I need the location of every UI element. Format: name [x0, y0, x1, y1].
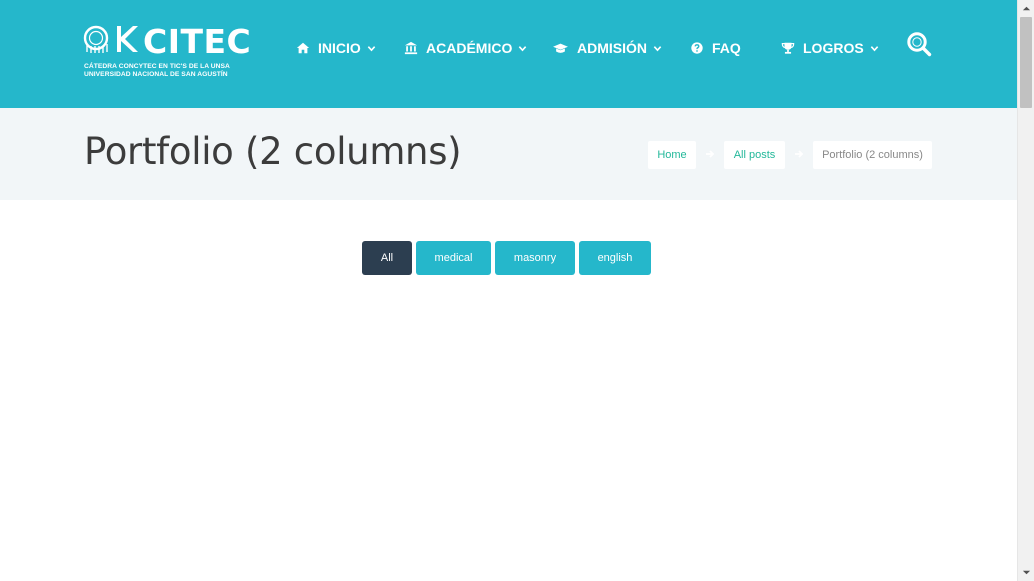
nav-item-academico[interactable]: ACADÉMICO	[404, 38, 527, 58]
nav-item-faq[interactable]: FAQ	[690, 38, 741, 58]
nav-item-label: INICIO	[318, 40, 361, 56]
chevron-down-icon	[519, 45, 527, 51]
arrow-right-icon	[795, 150, 804, 158]
breadcrumb-current: Portfolio (2 columns)	[813, 141, 932, 169]
nav-item-admision[interactable]: ADMISIÓN	[552, 38, 662, 58]
scroll-down-icon[interactable]	[1022, 568, 1031, 577]
nav-item-label: LOGROS	[803, 40, 864, 56]
citec-logo[interactable]: CITEC CÁTEDRA CONCYTEC EN TIC'S DE LA UN…	[83, 22, 251, 82]
trophy-icon	[781, 42, 795, 54]
filter-all-button[interactable]: All	[362, 241, 412, 275]
arrow-right-icon	[706, 150, 715, 158]
home-icon	[296, 42, 310, 54]
chevron-down-icon	[653, 45, 662, 51]
nav-item-inicio[interactable]: INICIO	[296, 38, 376, 58]
site-header: CITEC CÁTEDRA CONCYTEC EN TIC'S DE LA UN…	[0, 0, 1017, 108]
institution-icon	[404, 41, 418, 55]
nav-item-label: ADMISIÓN	[577, 40, 647, 56]
logo-wordmark: CITEC	[143, 22, 252, 61]
chevron-down-icon	[870, 45, 878, 51]
breadcrumb-all-posts[interactable]: All posts	[724, 141, 785, 169]
logo-subtitle-line2: UNIVERSIDAD NACIONAL DE SAN AGUSTÍN	[84, 71, 228, 78]
filter-medical-button[interactable]: medical	[416, 241, 491, 275]
nav-item-label: ACADÉMICO	[426, 40, 513, 56]
filter-english-button[interactable]: english	[579, 241, 651, 275]
vertical-scrollbar[interactable]	[1017, 0, 1034, 581]
breadcrumb-home[interactable]: Home	[648, 141, 696, 169]
scrollbar-thumb[interactable]	[1020, 17, 1032, 108]
graduation-cap-icon	[553, 43, 568, 53]
scroll-up-icon[interactable]	[1022, 4, 1031, 13]
logo-mark-icon	[83, 25, 138, 53]
question-circle-icon	[691, 42, 703, 54]
logo-subtitle-line1: CÁTEDRA CONCYTEC EN TIC'S DE LA UNSA	[84, 63, 230, 70]
search-icon[interactable]	[906, 31, 932, 57]
chevron-down-icon	[367, 45, 376, 51]
page-title: Portfolio (2 columns)	[84, 130, 462, 173]
filter-masonry-button[interactable]: masonry	[495, 241, 575, 275]
nav-item-logros[interactable]: LOGROS	[781, 38, 879, 58]
nav-item-label: FAQ	[712, 40, 741, 56]
